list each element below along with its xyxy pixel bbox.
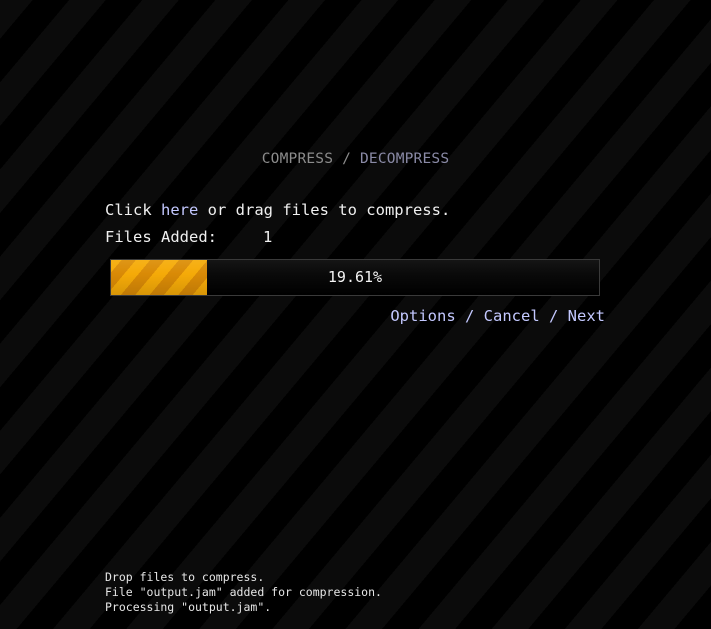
- log-line: File "output.jam" added for compression.: [105, 585, 382, 599]
- mode-switcher: COMPRESS / DECOMPRESS: [0, 151, 711, 167]
- options-link[interactable]: Options: [390, 307, 455, 325]
- files-added-row: Files Added: 1: [105, 228, 272, 246]
- action-separator: /: [455, 307, 484, 325]
- status-log: Drop files to compress. File "output.jam…: [105, 570, 382, 615]
- select-files-link[interactable]: here: [161, 201, 198, 219]
- log-line: Processing "output.jam".: [105, 600, 272, 614]
- files-added-label: Files Added:: [105, 228, 217, 246]
- log-line: Drop files to compress.: [105, 570, 265, 584]
- cancel-link[interactable]: Cancel: [484, 307, 540, 325]
- progress-bar: 19.61%: [110, 259, 600, 296]
- progress-percent-label: 19.61%: [327, 268, 383, 286]
- next-link[interactable]: Next: [568, 307, 605, 325]
- instruction-prefix: Click: [105, 201, 161, 219]
- files-added-count: 1: [262, 228, 273, 246]
- mode-separator: /: [333, 151, 360, 167]
- instruction-suffix: or drag files to compress.: [198, 201, 451, 219]
- decompress-mode-link[interactable]: DECOMPRESS: [360, 151, 449, 167]
- instruction-text: Click here or drag files to compress.: [105, 201, 450, 219]
- compress-mode-link[interactable]: COMPRESS: [262, 151, 333, 167]
- action-links: Options / Cancel / Next: [0, 307, 605, 325]
- action-separator: /: [539, 307, 568, 325]
